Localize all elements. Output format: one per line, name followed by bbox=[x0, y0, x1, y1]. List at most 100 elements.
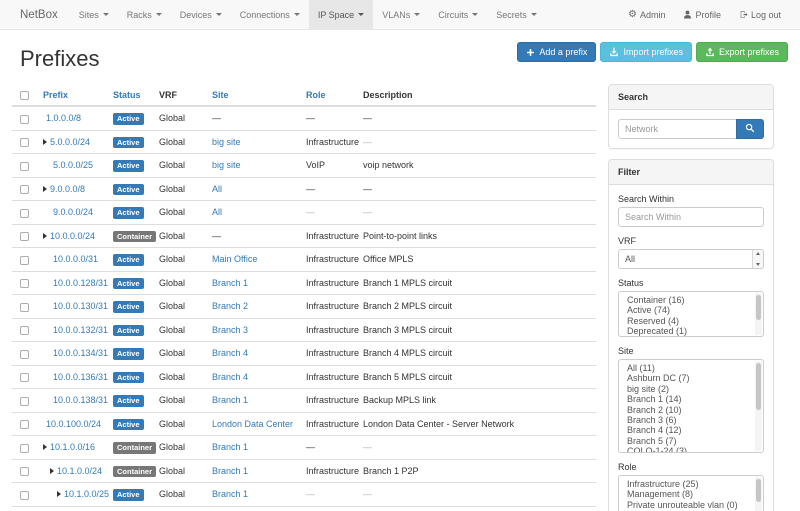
nav-item-circuits[interactable]: Circuits bbox=[429, 0, 487, 29]
site-link[interactable]: Branch 1 bbox=[212, 442, 248, 452]
site-link[interactable]: Branch 4 bbox=[212, 372, 248, 382]
row-checkbox[interactable] bbox=[20, 185, 29, 194]
site-link[interactable]: Branch 3 bbox=[212, 325, 248, 335]
nav-item-secrets[interactable]: Secrets bbox=[487, 0, 546, 29]
site-link[interactable]: Branch 1 bbox=[212, 395, 248, 405]
status-option[interactable]: Reserved (4) bbox=[619, 316, 763, 326]
prefix-link[interactable]: 1.0.0.0/8 bbox=[46, 113, 81, 123]
site-link[interactable]: big site bbox=[212, 160, 241, 170]
site-option[interactable]: Branch 1 (14) bbox=[619, 394, 763, 404]
search-button[interactable] bbox=[736, 119, 764, 139]
site-link[interactable]: All bbox=[212, 184, 222, 194]
prefix-link[interactable]: 5.0.0.0/24 bbox=[50, 137, 90, 147]
prefix-link[interactable]: 10.1.0.0/24 bbox=[57, 466, 102, 476]
row-checkbox[interactable] bbox=[20, 279, 29, 288]
site-link[interactable]: Branch 1 bbox=[212, 489, 248, 499]
site-option[interactable]: Branch 3 (6) bbox=[619, 415, 763, 425]
column-sort-link[interactable]: Site bbox=[212, 90, 229, 100]
export-prefixes-button[interactable]: Export prefixes bbox=[696, 42, 788, 62]
nav-item-admin[interactable]: ⚙Admin bbox=[619, 0, 674, 29]
site-link[interactable]: Main Office bbox=[212, 254, 257, 264]
prefix-link[interactable]: 10.0.0.132/31 bbox=[53, 325, 108, 335]
prefix-link[interactable]: 10.0.0.0/31 bbox=[53, 254, 98, 264]
row-checkbox[interactable] bbox=[20, 420, 29, 429]
nav-item-sites[interactable]: Sites bbox=[70, 0, 118, 29]
role-option[interactable]: Infrastructure (25) bbox=[619, 479, 763, 489]
scrollbar-thumb[interactable] bbox=[756, 363, 761, 410]
row-checkbox[interactable] bbox=[20, 232, 29, 241]
import-prefixes-button[interactable]: Import prefixes bbox=[600, 42, 692, 62]
site-link[interactable]: London Data Center bbox=[212, 419, 293, 429]
select-all-checkbox[interactable] bbox=[20, 91, 29, 100]
row-checkbox[interactable] bbox=[20, 256, 29, 265]
role-option[interactable]: Management (8) bbox=[619, 489, 763, 499]
row-checkbox[interactable] bbox=[20, 373, 29, 382]
prefix-link[interactable]: 10.0.0.136/31 bbox=[53, 372, 108, 382]
row-checkbox[interactable] bbox=[20, 326, 29, 335]
prefix-link[interactable]: 5.0.0.0/25 bbox=[53, 160, 93, 170]
site-link[interactable]: Branch 4 bbox=[212, 348, 248, 358]
site-option[interactable]: Branch 4 (12) bbox=[619, 425, 763, 435]
site-link[interactable]: Branch 1 bbox=[212, 278, 248, 288]
nav-item-connections[interactable]: Connections bbox=[231, 0, 309, 29]
site-option[interactable]: Branch 2 (10) bbox=[619, 405, 763, 415]
search-input[interactable] bbox=[618, 119, 736, 139]
prefix-link[interactable]: 10.0.0.130/31 bbox=[53, 301, 108, 311]
expand-caret-icon[interactable] bbox=[57, 491, 61, 497]
nav-item-log-out[interactable]: Log out bbox=[730, 0, 790, 29]
site-option[interactable]: big site (2) bbox=[619, 384, 763, 394]
site-link[interactable]: Branch 2 bbox=[212, 301, 248, 311]
scrollbar-track[interactable] bbox=[755, 361, 762, 451]
search-within-input[interactable] bbox=[618, 207, 764, 227]
row-checkbox[interactable] bbox=[20, 444, 29, 453]
row-checkbox[interactable] bbox=[20, 115, 29, 124]
row-checkbox[interactable] bbox=[20, 138, 29, 147]
row-checkbox[interactable] bbox=[20, 491, 29, 500]
nav-item-profile[interactable]: Profile bbox=[674, 0, 730, 29]
status-option[interactable]: Active (74) bbox=[619, 305, 763, 315]
prefix-link[interactable]: 9.0.0.0/24 bbox=[53, 207, 93, 217]
row-checkbox[interactable] bbox=[20, 397, 29, 406]
site-option[interactable]: All (11) bbox=[619, 363, 763, 373]
prefix-link[interactable]: 10.1.0.0/25 bbox=[64, 489, 109, 499]
expand-caret-icon[interactable] bbox=[50, 468, 54, 474]
add-a-prefix-button[interactable]: Add a prefix bbox=[517, 42, 596, 62]
nav-item-ip-space[interactable]: IP Space bbox=[309, 0, 373, 29]
prefix-link[interactable]: 10.1.0.0/16 bbox=[50, 442, 95, 452]
prefix-link[interactable]: 10.0.100.0/24 bbox=[46, 419, 101, 429]
prefix-link[interactable]: 10.0.0.134/31 bbox=[53, 348, 108, 358]
site-link[interactable]: All bbox=[212, 207, 222, 217]
column-sort-link[interactable]: Role bbox=[306, 90, 326, 100]
site-option[interactable]: COLO-1-24 (3) bbox=[619, 446, 763, 453]
scrollbar-thumb[interactable] bbox=[756, 479, 761, 502]
column-sort-link[interactable]: Status bbox=[113, 90, 141, 100]
role-option[interactable]: Private unrouteable vlan (0) bbox=[619, 500, 763, 510]
row-checkbox[interactable] bbox=[20, 467, 29, 476]
expand-caret-icon[interactable] bbox=[43, 186, 47, 192]
row-checkbox[interactable] bbox=[20, 209, 29, 218]
netbox-brand[interactable]: NetBox bbox=[0, 0, 70, 29]
site-link[interactable]: big site bbox=[212, 137, 241, 147]
prefix-link[interactable]: 10.0.0.138/31 bbox=[53, 395, 108, 405]
nav-item-vlans[interactable]: VLANs bbox=[373, 0, 429, 29]
expand-caret-icon[interactable] bbox=[43, 444, 47, 450]
row-checkbox[interactable] bbox=[20, 303, 29, 312]
row-checkbox[interactable] bbox=[20, 162, 29, 171]
row-checkbox[interactable] bbox=[20, 350, 29, 359]
nav-item-racks[interactable]: Racks bbox=[118, 0, 171, 29]
status-option[interactable]: Container (16) bbox=[619, 295, 763, 305]
nav-item-devices[interactable]: Devices bbox=[171, 0, 231, 29]
expand-caret-icon[interactable] bbox=[43, 139, 47, 145]
vrf-select[interactable]: All bbox=[618, 249, 764, 269]
site-option[interactable]: Branch 5 (7) bbox=[619, 436, 763, 446]
prefix-link[interactable]: 9.0.0.0/8 bbox=[50, 184, 85, 194]
status-option[interactable]: Deprecated (1) bbox=[619, 326, 763, 336]
expand-caret-icon[interactable] bbox=[43, 233, 47, 239]
column-sort-link[interactable]: Prefix bbox=[43, 90, 68, 100]
scrollbar-thumb[interactable] bbox=[756, 295, 761, 320]
scrollbar-track[interactable] bbox=[755, 293, 762, 335]
site-option[interactable]: Ashburn DC (7) bbox=[619, 373, 763, 383]
scrollbar-track[interactable] bbox=[755, 477, 762, 511]
prefix-link[interactable]: 10.0.0.128/31 bbox=[53, 278, 108, 288]
site-link[interactable]: Branch 1 bbox=[212, 466, 248, 476]
